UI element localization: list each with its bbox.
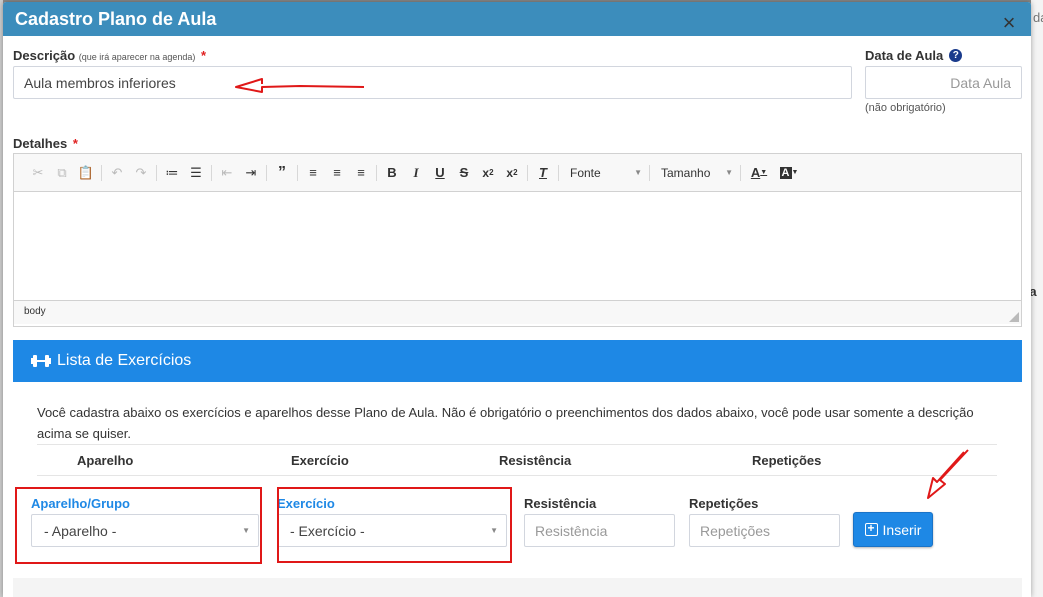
annotation-arrow-left — [235, 78, 365, 93]
annotation-arrow-down — [927, 449, 969, 499]
annotation-arrows — [235, 78, 969, 499]
